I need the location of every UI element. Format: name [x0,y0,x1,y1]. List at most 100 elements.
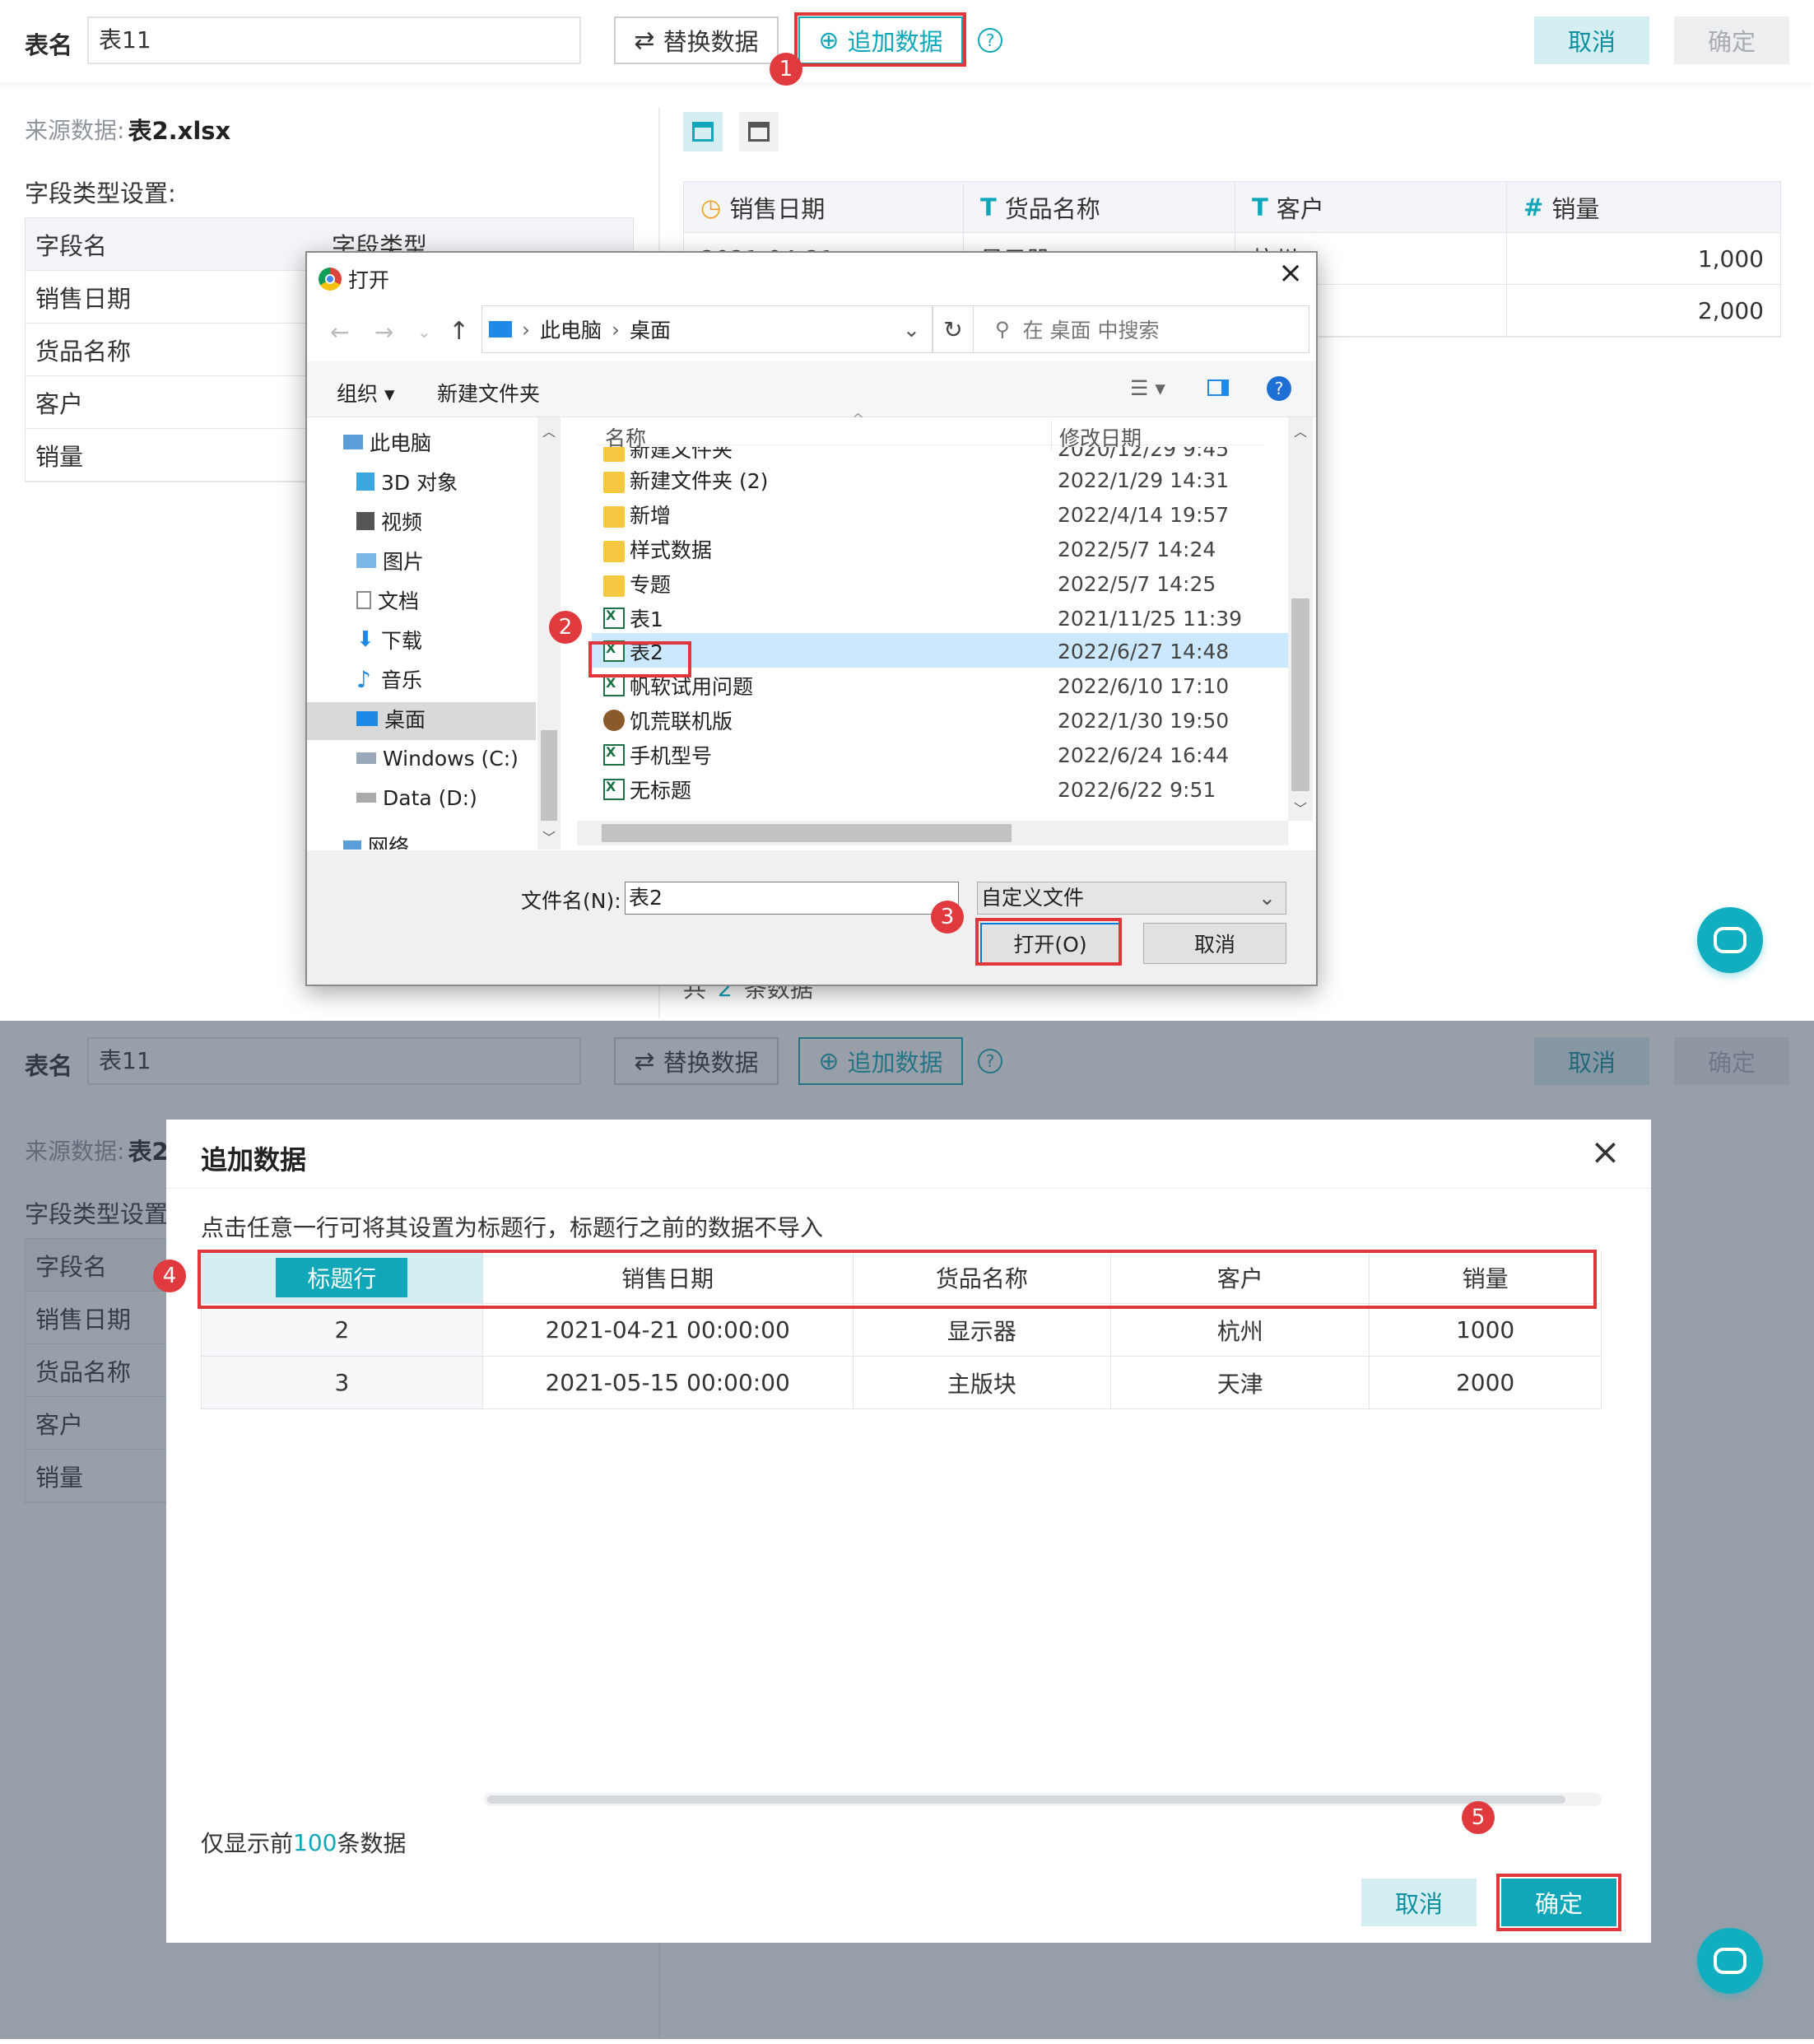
dropdown-chevron-icon[interactable]: ⌄ [903,318,920,342]
game-icon [603,710,625,731]
file-row[interactable]: 帆软试用问题2022/6/10 17:10 [595,669,1295,702]
file-list-vscroll[interactable]: ︿ ﹀ [1288,417,1313,821]
dialog-footer [307,850,1316,985]
file-list-hscroll[interactable] [577,821,1288,845]
address-bar[interactable]: › 此电脑 › 桌面 ⌄ [481,305,933,353]
annotation-box-header [198,1250,1597,1309]
annotation-box-confirm [1496,1874,1621,1931]
table-row[interactable]: 3 2021-05-15 00:00:00 主版块 天津 2000 [202,1357,1602,1409]
folder-icon [603,575,625,597]
chat-icon [1714,927,1747,953]
col-sales: # 销量 [1523,193,1600,223]
file-row-selected[interactable]: 表22022/6/27 14:48 [595,635,1295,668]
file-row[interactable]: 饥荒联机版 2022/1/30 19:50 [595,704,1295,737]
chat-support-button[interactable] [1697,907,1763,973]
filename-input[interactable]: 表2 [625,882,959,915]
close-icon[interactable]: × [1590,1131,1621,1173]
col-sale-date: ◷ 销售日期 [684,182,964,232]
chevron-down-icon[interactable]: ⌄ [417,322,431,342]
dialog-titlebar: 打开 [319,264,389,294]
folder-icon [603,472,625,493]
modal-cancel-button[interactable]: 取消 [1361,1879,1477,1926]
modal-header: 追加数据 × [166,1120,1651,1189]
row-limit-note: 仅显示前 100 条数据 [201,1828,407,1858]
number-type-icon: # [1523,193,1544,221]
preview-header: ◷ 销售日期 T 货品名称 T 客户 # 销量 [684,182,1780,233]
folder-icon [603,541,625,562]
view-options-icon[interactable]: ☰ ▾ [1130,376,1165,400]
chevron-down-icon: ⌄ [1258,886,1276,910]
back-arrow-icon[interactable]: ← [330,319,349,346]
file-row[interactable]: 新建文件夹 2020/12/29 9:45 [595,447,1295,465]
chat-icon [1714,1948,1747,1974]
dialog-cancel-button[interactable]: 取消 [1143,923,1286,964]
file-list: 新建文件夹 2020/12/29 9:45 新建文件夹 (2) 2022/1/29 … [307,447,1295,816]
table-name-input[interactable]: 表11 [87,16,581,64]
cancel-button[interactable]: 取消 [1534,16,1649,64]
swap-icon: ⇄ [634,26,655,55]
text-type-icon: T [980,193,997,221]
modal-hscroll[interactable] [484,1793,1602,1806]
search-icon: ⚲ [995,318,1010,341]
sort-indicator-icon: ^ [852,411,865,428]
clock-icon: ◷ [700,193,722,221]
organize-menu[interactable]: 组织 ▾ [337,378,395,407]
file-row[interactable]: 无标题2022/6/22 9:51 [595,773,1295,806]
badge-3: 3 [931,901,964,934]
file-row[interactable]: 新增 2022/4/14 19:57 [595,498,1295,531]
preview-pane-icon[interactable] [1207,379,1229,396]
forward-arrow-icon[interactable]: → [374,319,393,346]
annotation-box-open [975,918,1122,966]
filename-label: 文件名(N): [521,889,621,913]
tree-network[interactable]: 网络 [343,829,409,850]
annotation-box-append [794,12,966,67]
folder-icon [603,447,625,462]
badge-4: 4 [153,1259,186,1292]
help-icon[interactable]: ? [978,28,1002,53]
command-bar: 组织 ▾ 新建文件夹 ☰ ▾ ? [307,361,1316,417]
toolbar: 表名 表11 ⇄ 替换数据 ⊕ 追加数据 1 ? 取消 确定 [0,0,1814,86]
folder-icon [603,506,625,528]
table-view-icon[interactable] [739,112,779,151]
chrome-icon [319,268,342,291]
grid-view-icon[interactable] [683,112,723,151]
up-arrow-icon[interactable]: ↑ [449,317,469,346]
replace-data-button[interactable]: ⇄ 替换数据 [614,16,779,64]
search-box[interactable]: ⚲ 在 桌面 中搜索 [974,305,1309,353]
col-product: T 货品名称 [964,182,1235,232]
badge-5: 5 [1462,1801,1495,1834]
refresh-icon[interactable]: ↻ [933,305,974,353]
chat-support-button[interactable] [1697,1928,1763,1994]
modal-title: 追加数据 [201,1144,307,1176]
source-file: 表2.xlsx [128,117,231,145]
filetype-select[interactable]: 自定义文件 ⌄ [977,882,1286,915]
append-data-modal: 追加数据 × 点击任意一行可将其设置为标题行，标题行之前的数据不导入 标题行 销… [153,1120,1651,1943]
badge-2: 2 [549,611,582,644]
bottom-screenshot: 表名 表11 ⇄ 替换数据 ⊕ 追加数据 ? 取消 确定 来源数据: 表2.xl… [0,1021,1814,2039]
file-row[interactable]: 专题 2022/5/7 14:25 [595,567,1295,600]
table-row[interactable]: 2 2021-04-21 00:00:00 显示器 杭州 1000 [202,1304,1602,1357]
computer-icon [489,321,512,338]
source-info: 来源数据: 表2.xlsx [25,112,230,147]
confirm-button[interactable]: 确定 [1674,16,1789,64]
file-open-dialog: 打开 × ← → ⌄ ↑ › 此电脑 › 桌面 ⌄ ↻ ⚲ 在 桌面 中搜索 组… [305,251,1318,986]
annotation-box-file [588,641,691,677]
network-icon [343,840,361,850]
file-row[interactable]: 样式数据 2022/5/7 14:24 [595,533,1295,566]
file-list-header: 名称 ^ 修改日期 [597,411,1263,450]
file-row[interactable]: 表12021/11/25 11:39 [595,602,1295,635]
excel-icon [603,779,625,800]
excel-icon [603,675,625,696]
modal-hint: 点击任意一行可将其设置为标题行，标题行之前的数据不导入 [201,1214,824,1241]
badge-1: 1 [770,53,802,86]
top-screenshot: 表名 表11 ⇄ 替换数据 ⊕ 追加数据 1 ? 取消 确定 来源数据: 表2.… [0,0,1814,1018]
col-customer: T 客户 [1235,182,1507,232]
help-icon[interactable]: ? [1267,376,1291,401]
excel-icon [603,608,625,629]
table-name-label: 表名 [25,31,73,59]
file-row[interactable]: 手机型号2022/6/24 16:44 [595,738,1295,771]
file-row[interactable]: 新建文件夹 (2) 2022/1/29 14:31 [595,463,1295,496]
close-icon[interactable]: × [1278,256,1303,290]
new-folder-button[interactable]: 新建文件夹 [437,378,540,407]
field-type-label: 字段类型设置: [25,179,176,207]
